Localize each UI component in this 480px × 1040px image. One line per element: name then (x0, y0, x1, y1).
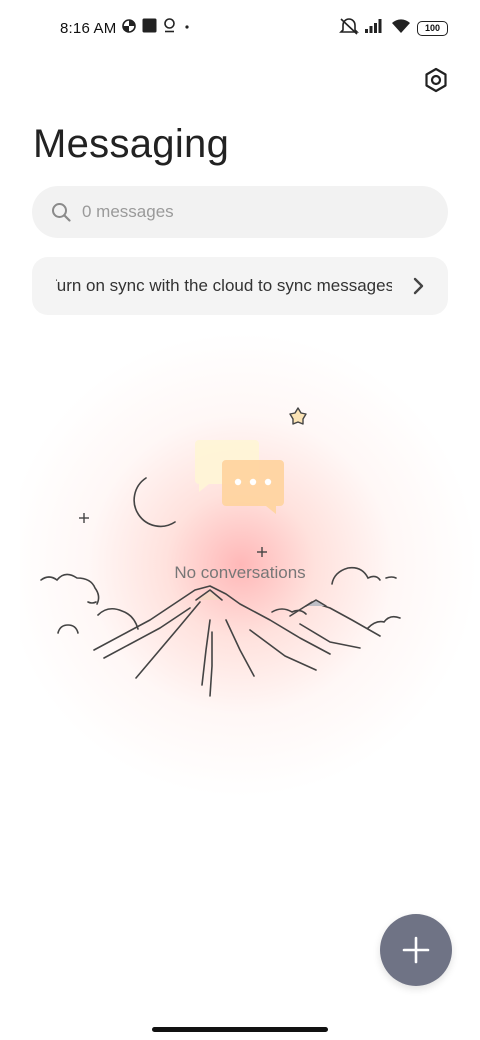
home-indicator[interactable] (152, 1027, 328, 1032)
search-icon (50, 201, 72, 223)
dot-icon (182, 19, 192, 37)
wifi-icon (391, 18, 411, 39)
plus-icon (402, 936, 430, 964)
status-bar: 8:16 AM 100 (0, 0, 480, 56)
empty-state-label: No conversations (174, 563, 306, 582)
battery-icon: 100 (417, 20, 448, 36)
settings-button[interactable] (420, 64, 452, 96)
star-icon (289, 407, 307, 425)
search-bar[interactable]: 0 messages (32, 186, 448, 238)
status-right: 100 (339, 17, 448, 39)
chat-bubbles-icon (195, 440, 284, 514)
search-placeholder: 0 messages (82, 202, 174, 221)
cloud-left-icon (40, 573, 139, 634)
sync-banner-text: Turn on sync with the cloud to sync mess… (56, 276, 392, 295)
moon-icon (133, 477, 176, 528)
status-time: 8:16 AM (60, 19, 117, 37)
sparkle-icon (79, 513, 267, 557)
chevron-right-icon (413, 277, 424, 295)
signal-icon (365, 18, 385, 38)
mute-icon (339, 17, 359, 40)
empty-state-illustration (40, 407, 401, 697)
mountains-icon (93, 585, 381, 697)
sync-banner[interactable]: Turn on sync with the cloud to sync mess… (32, 257, 448, 315)
page-title: Messaging (33, 122, 230, 166)
settings-icon (425, 67, 447, 93)
square-notification-icon (142, 18, 157, 38)
new-message-button[interactable] (380, 914, 452, 986)
status-left: 8:16 AM (60, 18, 192, 38)
location-icon (163, 18, 176, 38)
messaging-screen: 8:16 AM 100 Messaging 0 messages Turn on… (0, 0, 480, 1040)
sync-text-container: Turn on sync with the cloud to sync mess… (56, 276, 392, 296)
data-saver-icon (122, 18, 137, 38)
